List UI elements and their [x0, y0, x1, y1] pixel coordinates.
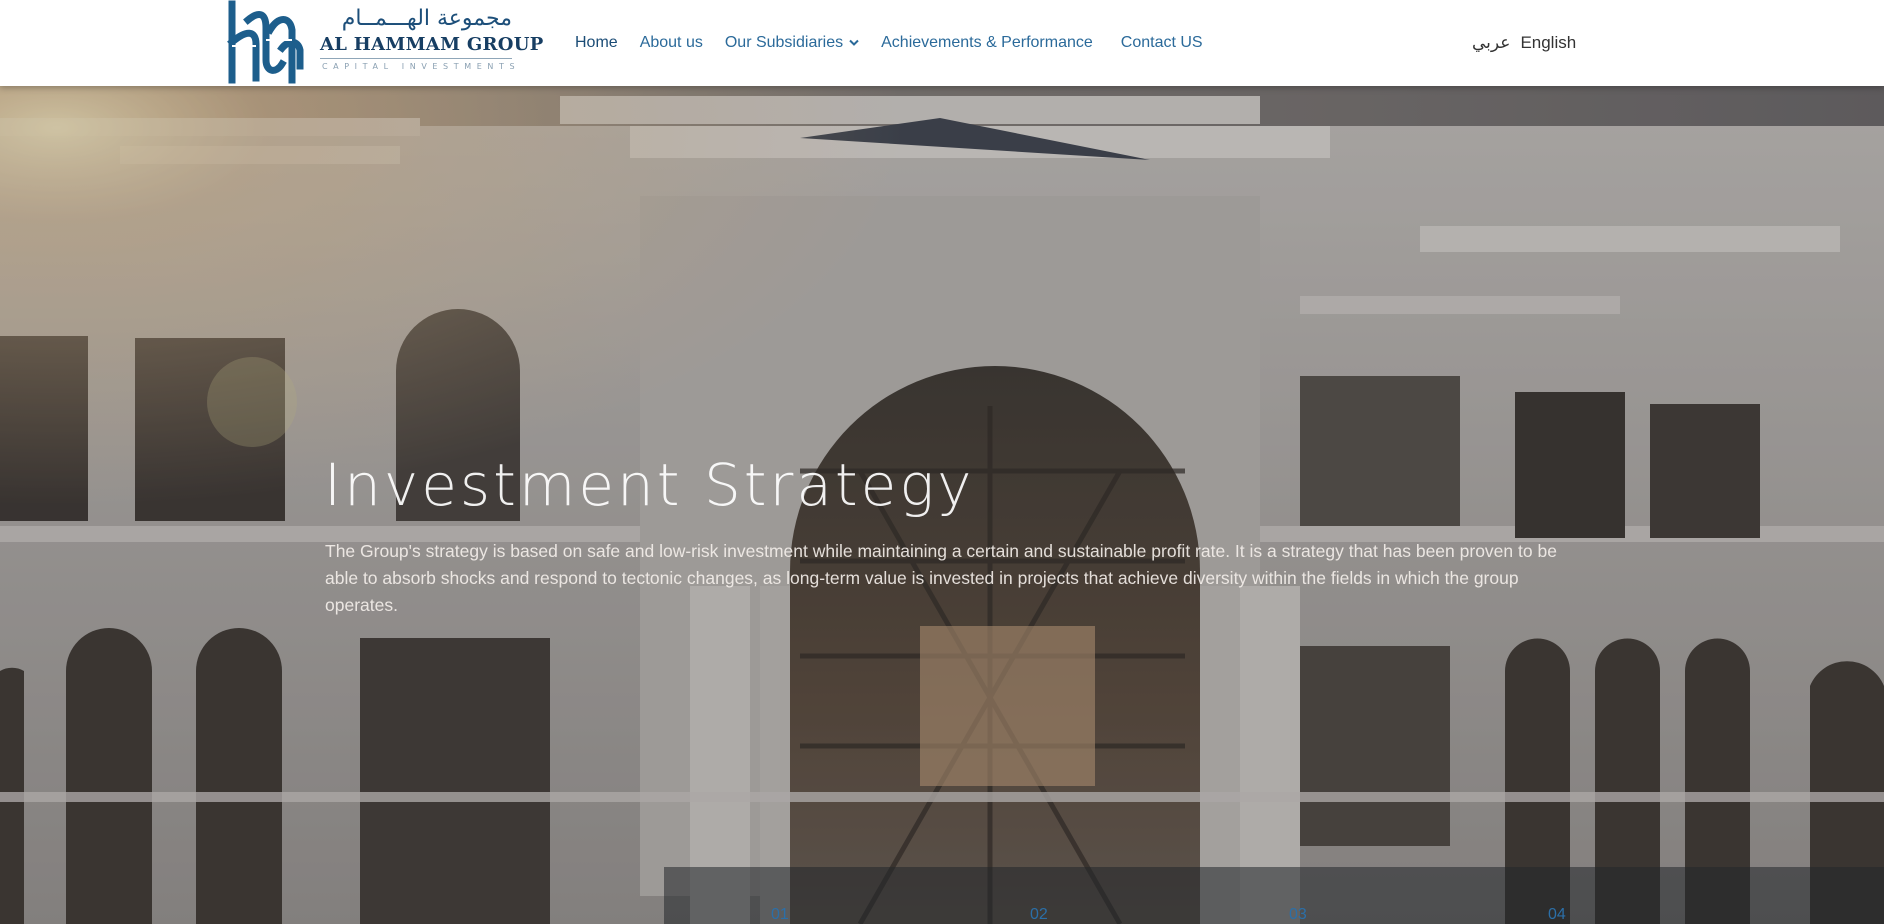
- language-switcher: عربي English: [1472, 0, 1586, 86]
- nav-achievements-performance[interactable]: Achievements & Performance: [881, 34, 1093, 52]
- slide-tab-03[interactable]: 03: [1289, 906, 1307, 924]
- company-logo[interactable]: مجموعة الهـــمــام AL HAMMAM GROUP CAPIT…: [226, 0, 543, 84]
- logo-tagline: CAPITAL INVESTMENTS: [322, 62, 521, 71]
- hero-title: Investment Strategy: [324, 451, 975, 519]
- hero-section: Investment Strategy The Group's strategy…: [0, 86, 1884, 924]
- lang-english[interactable]: English: [1520, 33, 1576, 53]
- hero-description: The Group's strategy is based on safe an…: [325, 541, 1557, 615]
- nav-contact-us-label: Contact US: [1120, 34, 1203, 51]
- nav-our-subsidiaries[interactable]: Our Subsidiaries: [725, 34, 859, 52]
- logo-english-name: AL HAMMAM GROUP: [320, 34, 544, 55]
- nav-contact-us[interactable]: Contact US: [1121, 34, 1203, 52]
- nav-achievements-label: Achievements & Performance: [881, 34, 1093, 51]
- logo-arabic-name: مجموعة الهـــمــام: [341, 6, 512, 31]
- nav-home-label: Home: [575, 34, 618, 51]
- slide-tab-01[interactable]: 01: [771, 906, 789, 924]
- logo-monogram-icon: [227, 0, 304, 84]
- nav-our-subsidiaries-label: Our Subsidiaries: [724, 34, 844, 51]
- slide-tab-02[interactable]: 02: [1030, 906, 1048, 924]
- nav-home[interactable]: Home: [575, 34, 618, 52]
- lang-arabic[interactable]: عربي: [1472, 33, 1510, 53]
- nav-about-us-label: About us: [639, 34, 703, 51]
- slide-tab-04[interactable]: 04: [1548, 906, 1566, 924]
- main-nav: Home About us Our Subsidiaries Achieveme…: [575, 0, 1225, 86]
- slide-tabs-bar: [664, 867, 1884, 924]
- site-header: مجموعة الهـــمــام AL HAMMAM GROUP CAPIT…: [0, 0, 1884, 86]
- chevron-down-icon: [849, 39, 859, 46]
- nav-about-us[interactable]: About us: [640, 34, 703, 52]
- logo-divider: [320, 58, 512, 59]
